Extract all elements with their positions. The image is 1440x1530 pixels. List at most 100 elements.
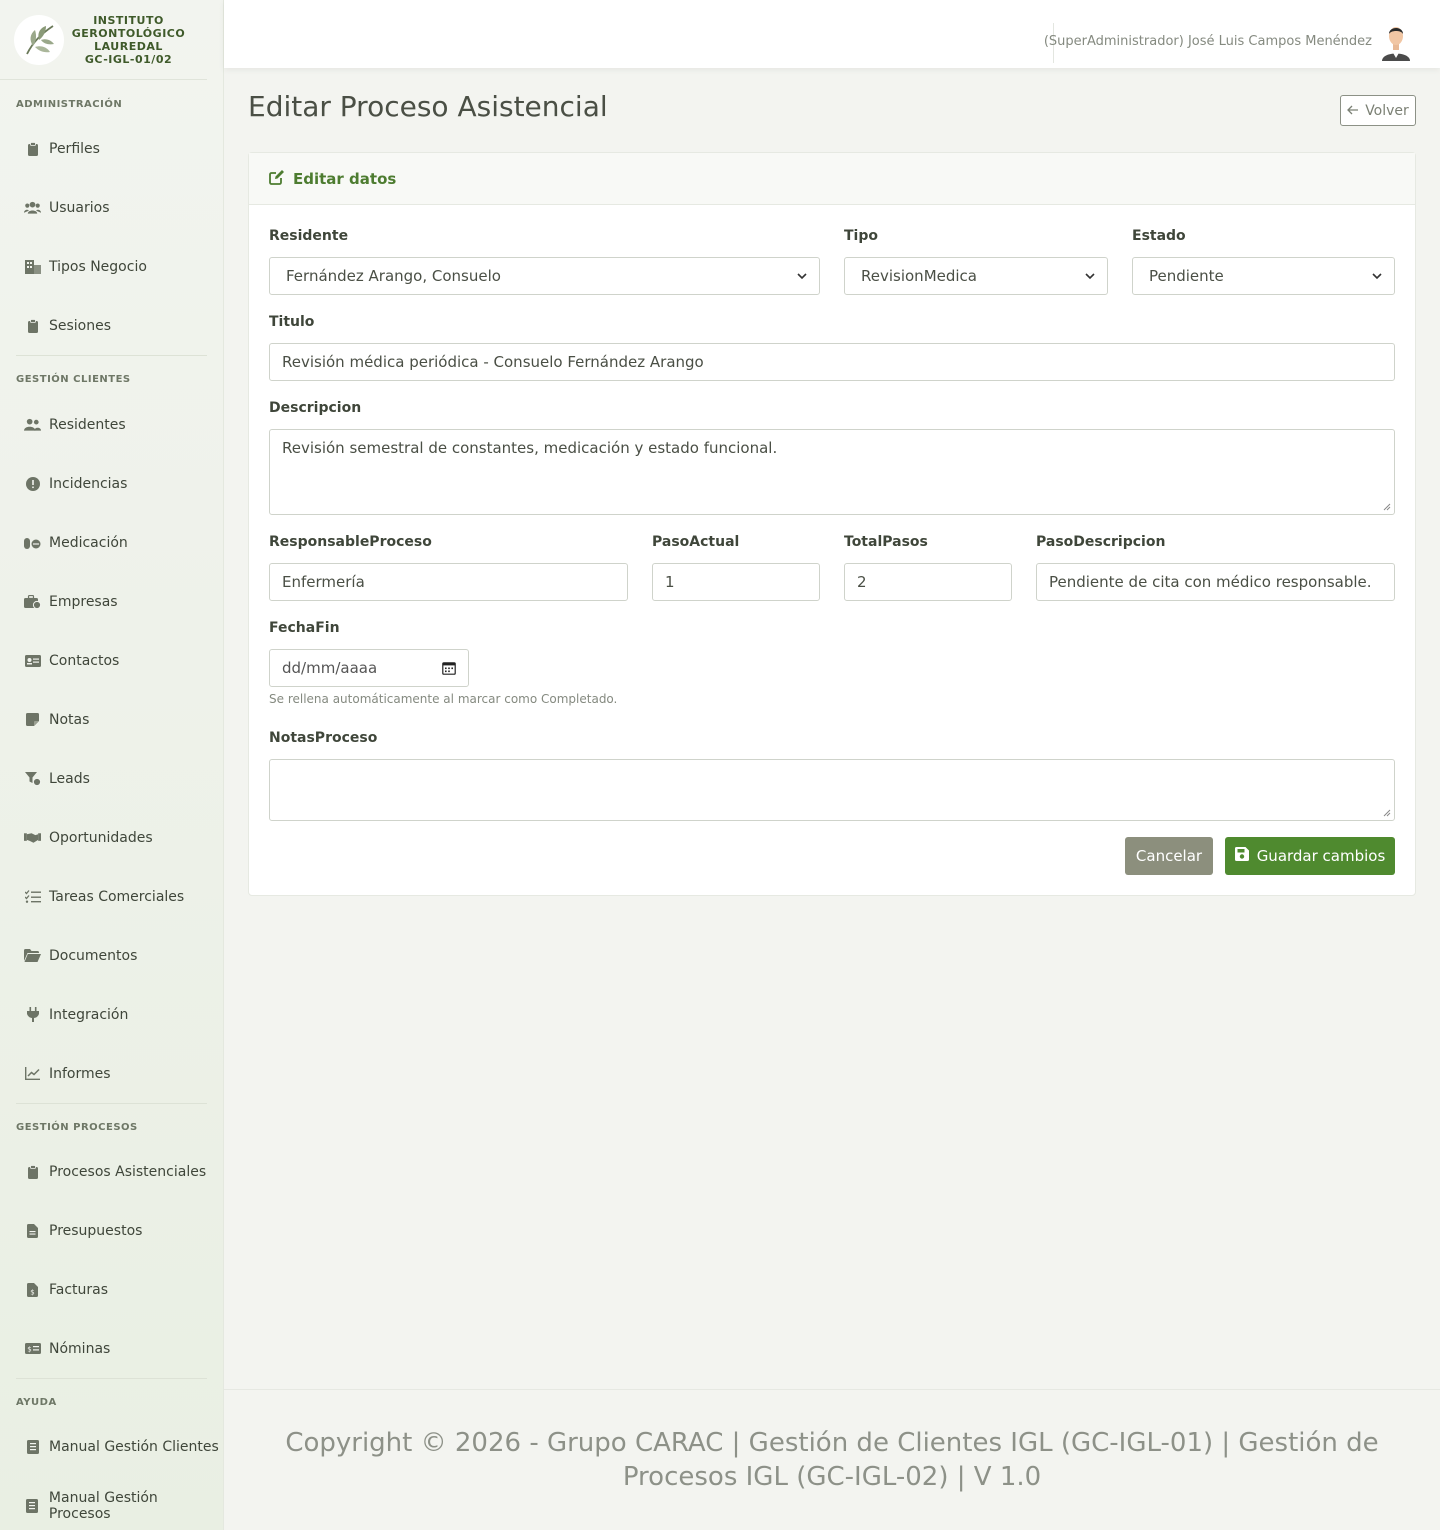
user-group-icon <box>24 416 41 433</box>
titulo-input[interactable]: Revisión médica periódica - Consuelo Fer… <box>269 343 1395 381</box>
sidebar-item-sesiones[interactable]: Sesiones <box>0 296 223 355</box>
paso-actual-value: 1 <box>665 573 675 591</box>
sidebar-item-label: Oportunidades <box>49 829 153 846</box>
arrow-left-icon <box>1347 103 1359 119</box>
total-pasos-value: 2 <box>857 573 867 591</box>
section-title-ayuda: AYUDA <box>16 1397 57 1408</box>
sidebar-item-manual-gestion-clientes[interactable]: Manual Gestión Clientes <box>0 1417 223 1476</box>
sidebar-item-facturas[interactable]: $ Facturas <box>0 1260 223 1319</box>
sidebar-item-empresas[interactable]: Empresas <box>0 572 223 631</box>
titulo-value: Revisión médica periódica - Consuelo Fer… <box>282 353 704 371</box>
sidebar-item-tareas-comerciales[interactable]: Tareas Comerciales <box>0 867 223 926</box>
svg-text:$: $ <box>27 1346 31 1354</box>
sidebar-item-label: Contactos <box>49 652 120 669</box>
invoice-icon: $ <box>24 1281 41 1298</box>
fecha-fin-label: FechaFin <box>269 620 340 636</box>
sidebar-item-label: Residentes <box>49 416 126 433</box>
residente-label: Residente <box>269 228 349 244</box>
handshake-icon <box>24 829 41 846</box>
sidebar-item-label: Usuarios <box>49 199 110 216</box>
sidebar-item-label: Informes <box>49 1065 111 1082</box>
fecha-fin-input[interactable]: dd/mm/aaaa <box>269 649 469 687</box>
sidebar-item-nominas[interactable]: $ Nóminas <box>0 1319 223 1378</box>
back-button[interactable]: Volver <box>1340 95 1416 126</box>
brand-line-1: INSTITUTO <box>93 13 164 27</box>
total-pasos-input[interactable]: 2 <box>844 563 1012 601</box>
brand[interactable]: INSTITUTO GERONTOLÓGICO LAUREDAL GC-IGL-… <box>0 0 207 80</box>
sidebar-item-informes[interactable]: Informes <box>0 1044 223 1103</box>
edit-card: Editar datos Residente Fernández Arango,… <box>248 152 1416 896</box>
edit-icon <box>269 169 285 189</box>
users-icon <box>24 199 41 216</box>
sidebar-item-medicacion[interactable]: Medicación <box>0 513 223 572</box>
sidebar: INSTITUTO GERONTOLÓGICO LAUREDAL GC-IGL-… <box>0 0 224 1530</box>
sidebar-item-usuarios[interactable]: Usuarios <box>0 178 223 237</box>
sidebar-item-tipos-negocio[interactable]: Tipos Negocio <box>0 237 223 296</box>
clipboard-icon <box>24 140 41 157</box>
tipo-select[interactable]: RevisionMedica <box>844 257 1108 295</box>
fecha-fin-placeholder: dd/mm/aaaa <box>282 659 378 677</box>
sidebar-item-perfiles[interactable]: Perfiles <box>0 119 223 178</box>
paso-actual-input[interactable]: 1 <box>652 563 820 601</box>
sidebar-item-label: Notas <box>49 711 90 728</box>
section-title-administracion: ADMINISTRACIÓN <box>16 99 123 110</box>
topbar: (SuperAdministrador) José Luis Campos Me… <box>224 0 1440 68</box>
sidebar-item-integracion[interactable]: Integración <box>0 985 223 1044</box>
sidebar-item-notas[interactable]: Notas <box>0 690 223 749</box>
resize-handle-icon[interactable] <box>1383 503 1391 511</box>
sidebar-item-residentes[interactable]: Residentes <box>0 395 223 454</box>
folder-icon <box>24 947 41 964</box>
cancel-button[interactable]: Cancelar <box>1125 837 1213 875</box>
avatar[interactable] <box>1380 23 1412 61</box>
paso-descripcion-input[interactable]: Pendiente de cita con médico responsable… <box>1036 563 1395 601</box>
svg-text:$: $ <box>30 1288 34 1296</box>
sidebar-item-manual-gestion-procesos[interactable]: Manual Gestión Procesos <box>0 1476 223 1530</box>
responsable-label: ResponsableProceso <box>269 534 432 550</box>
brand-code: GC-IGL-01/02 <box>84 52 173 66</box>
sidebar-item-contactos[interactable]: Contactos <box>0 631 223 690</box>
fecha-fin-hint: Se rellena automáticamente al marcar com… <box>269 692 618 706</box>
laurel-logo-icon <box>14 14 64 65</box>
responsable-value: Enfermería <box>282 573 365 591</box>
user-name[interactable]: (SuperAdministrador) José Luis Campos Me… <box>1044 34 1372 49</box>
brand-name: INSTITUTO GERONTOLÓGICO LAUREDAL GC-IGL-… <box>64 14 193 66</box>
page-title: Editar Proceso Asistencial <box>248 90 608 123</box>
chevron-down-icon <box>1372 273 1382 280</box>
calendar-icon[interactable] <box>442 661 456 675</box>
chevron-down-icon <box>1085 273 1095 280</box>
sidebar-item-label: Incidencias <box>49 475 128 492</box>
file-icon <box>24 1222 41 1239</box>
resize-handle-icon[interactable] <box>1383 809 1391 817</box>
sidebar-item-label: Documentos <box>49 947 138 964</box>
sidebar-item-label: Manual Gestión Procesos <box>48 1489 158 1522</box>
descripcion-textarea[interactable]: Revisión semestral de constantes, medica… <box>269 429 1395 515</box>
sidebar-item-oportunidades[interactable]: Oportunidades <box>0 808 223 867</box>
chart-line-icon <box>24 1065 41 1082</box>
responsable-input[interactable]: Enfermería <box>269 563 628 601</box>
pills-icon <box>24 534 41 551</box>
sidebar-item-leads[interactable]: Leads <box>0 749 223 808</box>
section-title-gestion-procesos: GESTIÓN PROCESOS <box>16 1122 138 1133</box>
estado-value: Pendiente <box>1149 267 1224 285</box>
filter-icon <box>24 770 41 787</box>
estado-select[interactable]: Pendiente <box>1132 257 1395 295</box>
back-button-label: Volver <box>1365 102 1409 119</box>
brand-line-2: GERONTOLÓGICO <box>71 26 186 40</box>
id-card-icon <box>24 652 41 669</box>
list-check-icon <box>24 888 41 905</box>
tipo-label: Tipo <box>844 228 878 244</box>
book-icon <box>24 1438 41 1455</box>
save-button[interactable]: Guardar cambios <box>1225 837 1395 875</box>
sidebar-item-procesos-asistenciales[interactable]: Procesos Asistenciales <box>0 1142 223 1201</box>
sidebar-item-label: Integración <box>49 1006 129 1023</box>
brand-line-3: LAUREDAL <box>94 39 163 53</box>
residente-select[interactable]: Fernández Arango, Consuelo <box>269 257 820 295</box>
sidebar-item-label: Nóminas <box>49 1340 111 1357</box>
sidebar-item-presupuestos[interactable]: Presupuestos <box>0 1201 223 1260</box>
notas-textarea[interactable] <box>269 759 1395 821</box>
save-button-label: Guardar cambios <box>1256 847 1386 865</box>
sidebar-item-documentos[interactable]: Documentos <box>0 926 223 985</box>
titulo-label: Titulo <box>269 314 315 330</box>
sidebar-item-incidencias[interactable]: Incidencias <box>0 454 223 513</box>
sidebar-item-label: Manual Gestión Clientes <box>49 1438 219 1455</box>
